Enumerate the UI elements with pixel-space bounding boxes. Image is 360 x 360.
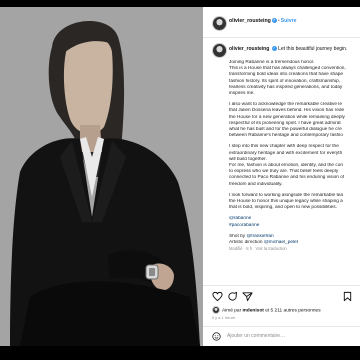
tags: @rabanne #pacorabanne [229,216,360,228]
caption-text: Let this beautiful journey begin. [278,46,348,52]
liker-username[interactable]: mdenisot [243,308,264,313]
post-date: Il y a 1 heure [212,315,236,320]
text-line: between Rabanne's heritage and contempor… [229,133,343,139]
text-line: transforming bold ideas into creations t… [229,72,344,78]
credit-link[interactable]: @michael_pelet [264,240,298,245]
header-author: olivier_rousteing ✓ •Suivre [229,18,297,24]
bookmark-icon[interactable] [342,291,353,302]
comment-icon[interactable] [227,291,238,302]
post-modal: olivier_rousteing ✓ •Suivre olivier_rouste… [0,7,360,346]
comment-bar: Ajouter un commentaire… [203,326,360,346]
credits: Shot by @frankiefran Artistic direction … [229,234,360,253]
text-line: extraordinary heritage and with exciteme… [229,150,343,156]
credit-link[interactable]: @frankiefran [246,234,273,239]
credit-label: Shot by [229,233,246,239]
emoji-icon[interactable] [212,332,221,341]
caption-avatar[interactable] [212,43,227,58]
paragraph-3: I step into this new chapter with deep r… [229,144,360,187]
header-separator: • [277,18,280,24]
liked-rest[interactable]: et 5 211 autres personnes [265,308,320,313]
caption-verified-icon: ✓ [271,46,277,52]
heart-icon[interactable] [212,291,223,302]
credit-label: Artistic direction [229,240,263,246]
follow-button[interactable]: Suivre [281,18,297,24]
caption-first-line: olivier_rousteing ✓ Let this beautiful j… [229,46,360,52]
post-photo[interactable] [0,7,203,346]
see-translation-link[interactable]: Voir la traduction [256,246,287,251]
text-line: that Julien Dossena leaves behind. His v… [229,108,345,114]
paragraph-1: Joining Rabanne is a tremendous honor. T… [229,60,360,97]
verified-badge-icon: ✓ [271,18,277,24]
paragraph-2: I also want to acknowledge the remarkabl… [229,102,360,139]
likes-summary: Aimé par mdenisot et 5 211 autres person… [212,306,321,314]
text-line: freedom and individuality. [229,181,283,187]
paragraph-4: I look forward to working alongside the … [229,193,360,212]
comment-input[interactable]: Ajouter un commentaire… [227,333,285,339]
post-meta: Modifié · 8 h Voir la traduction [229,246,360,252]
photo-illustration [0,7,203,346]
text-line: connected to Paco Rabanne and his enduri… [229,175,345,181]
post-header: olivier_rousteing ✓ •Suivre [203,7,360,38]
post-side-panel: olivier_rousteing ✓ •Suivre olivier_rouste… [203,7,360,346]
caption-body: Joining Rabanne is a tremendous honor. T… [229,60,360,257]
liked-by-label: Aimé par [222,308,242,314]
text-line: inspires me. [229,91,255,97]
text-line: that is bold, inspiring, and open to new… [229,205,337,211]
modified-time: Modifié · 8 h [229,246,253,252]
liker-avatar[interactable] [212,306,220,314]
share-icon[interactable] [242,291,253,302]
post-actions: Aimé par mdenisot et 5 211 autres person… [203,285,360,326]
author-avatar[interactable] [212,16,227,31]
header-username[interactable]: olivier_rousteing [229,18,271,24]
caption-username[interactable]: olivier_rousteing [229,46,269,52]
tag-link[interactable]: #pacorabanne [229,223,360,229]
text-line: the House for a new generation while rem… [229,114,345,120]
